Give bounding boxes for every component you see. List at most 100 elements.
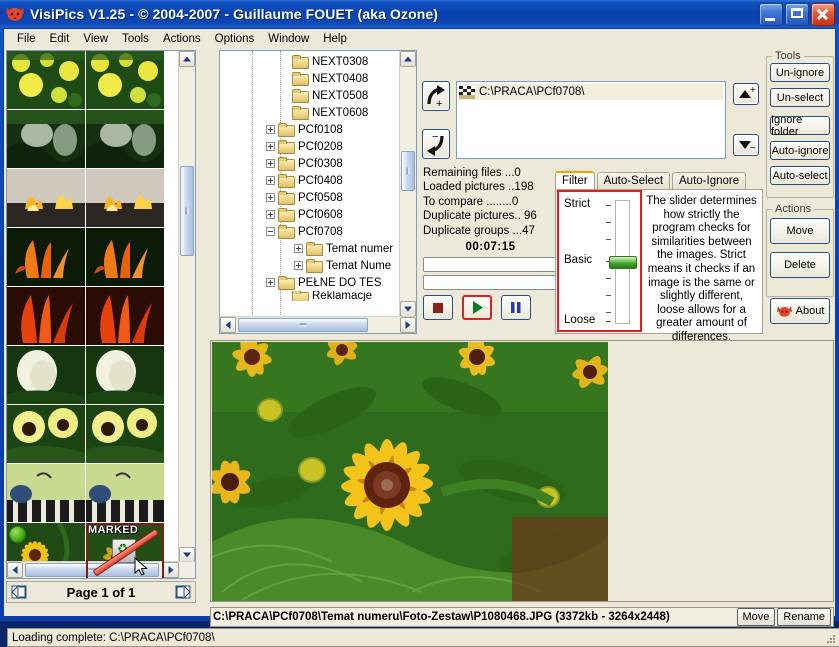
list-item[interactable] <box>7 346 165 406</box>
stop-button[interactable] <box>423 295 453 321</box>
thumbnail-image[interactable] <box>7 110 85 168</box>
thumbnail-image[interactable] <box>7 51 85 109</box>
tab-filter[interactable]: Filter <box>555 171 595 190</box>
thumbnail-image-marked[interactable]: MARKED <box>86 523 164 578</box>
strictness-slider[interactable]: Strict Basic Loose <box>557 190 642 332</box>
expand-icon[interactable] <box>266 193 275 202</box>
thumbnail-image[interactable] <box>86 464 164 522</box>
tree-node[interactable]: Temat numer <box>220 240 402 257</box>
menu-item-file[interactable]: File <box>10 31 43 47</box>
folder-tree[interactable]: NEXT0308 NEXT0408 NEXT0508 NEXT0608 PCf0… <box>219 50 417 334</box>
expand-icon[interactable] <box>266 278 275 287</box>
page-prev-icon[interactable] <box>10 583 30 601</box>
tree-scrollbar-horizontal[interactable] <box>220 316 416 333</box>
resize-grip-icon[interactable] <box>824 632 836 644</box>
tree-node[interactable]: Temat Nume <box>220 257 402 274</box>
minimize-icon[interactable] <box>759 3 783 26</box>
thumbnail-image[interactable] <box>86 287 164 345</box>
menu-item-window[interactable]: Window <box>261 31 316 47</box>
un-select-button[interactable]: Un-select <box>770 88 830 107</box>
tree-node[interactable]: NEXT0508 <box>220 87 402 104</box>
list-item[interactable] <box>7 405 165 465</box>
thumbnail-image[interactable] <box>7 287 85 345</box>
expand-icon[interactable] <box>266 125 275 134</box>
tree-node[interactable]: NEXT0308 <box>220 53 402 70</box>
folder-path-list[interactable]: C:\PRACA\PCf0708\ <box>456 81 726 159</box>
list-item[interactable] <box>7 169 165 229</box>
menu-item-options[interactable]: Options <box>208 31 262 47</box>
add-folder-button[interactable]: + <box>422 81 450 111</box>
slider-handle[interactable] <box>609 256 637 269</box>
image-rename-button[interactable]: Rename <box>777 608 831 626</box>
tree-scrollbar-vertical[interactable] <box>399 51 416 317</box>
thumbnail-image[interactable] <box>86 110 164 168</box>
list-item[interactable] <box>7 464 165 524</box>
move-up-button[interactable]: + <box>733 83 759 105</box>
scroll-left-button[interactable] <box>220 317 236 333</box>
scroll-thumb[interactable] <box>238 318 368 332</box>
image-preview[interactable] <box>210 340 834 602</box>
play-button[interactable] <box>462 295 492 321</box>
thumbnail-image[interactable] <box>7 405 85 463</box>
page-next-icon[interactable] <box>172 583 192 601</box>
scroll-down-button[interactable] <box>400 301 416 317</box>
move-button[interactable]: Move <box>770 218 830 244</box>
menu-item-edit[interactable]: Edit <box>43 31 77 47</box>
thumbnail-image[interactable] <box>86 228 164 286</box>
scroll-thumb[interactable] <box>180 166 194 256</box>
maximize-icon[interactable] <box>785 3 809 26</box>
scroll-right-button[interactable] <box>400 317 416 333</box>
tree-node[interactable]: NEXT0408 <box>220 70 402 87</box>
tree-node[interactable]: PCf0508 <box>220 189 402 206</box>
list-item[interactable] <box>7 228 165 288</box>
tree-node[interactable]: PCf0208 <box>220 138 402 155</box>
scroll-right-button[interactable] <box>163 562 179 578</box>
list-item[interactable] <box>7 287 165 347</box>
thumbnail-image[interactable] <box>86 169 164 227</box>
menu-item-help[interactable]: Help <box>316 31 354 47</box>
menu-item-view[interactable]: View <box>76 31 115 47</box>
about-button[interactable]: About <box>770 298 830 324</box>
collapse-icon[interactable] <box>266 227 275 236</box>
pause-button[interactable] <box>501 295 531 321</box>
tree-node[interactable]: PCf0608 <box>220 206 402 223</box>
tree-node[interactable]: NEXT0608 <box>220 104 402 121</box>
thumbnail-image[interactable] <box>7 464 85 522</box>
tree-node[interactable]: Reklamacje <box>220 291 402 301</box>
remove-folder-button[interactable]: − <box>422 129 450 159</box>
thumbnail-image[interactable] <box>86 405 164 463</box>
scroll-up-button[interactable] <box>400 51 416 67</box>
scroll-left-button[interactable] <box>7 562 23 578</box>
duplicate-thumbnail-list[interactable]: MARKED <box>6 50 196 579</box>
delete-button[interactable]: Delete <box>770 252 830 278</box>
tree-node[interactable]: PCf0408 <box>220 172 402 189</box>
image-move-button[interactable]: Move <box>736 608 776 626</box>
tree-node[interactable]: PCf0308 <box>220 155 402 172</box>
list-item[interactable] <box>7 110 165 170</box>
expand-icon[interactable] <box>266 142 275 151</box>
tab-auto-select[interactable]: Auto-Select <box>596 172 671 190</box>
expand-icon[interactable] <box>266 210 275 219</box>
tree-node-selected[interactable]: PCf0708 <box>220 223 402 240</box>
list-item[interactable] <box>7 51 165 111</box>
menu-item-actions[interactable]: Actions <box>156 31 208 47</box>
thumbnail-image[interactable] <box>7 346 85 404</box>
auto-ignore-button[interactable]: Auto-ignore <box>770 141 830 160</box>
thumbnail-image[interactable] <box>7 228 85 286</box>
menu-item-tools[interactable]: Tools <box>115 31 156 47</box>
un-ignore-button[interactable]: Un-ignore <box>770 63 830 82</box>
scroll-up-button[interactable] <box>179 51 195 67</box>
thumbnail-list-scrollbar-vertical[interactable] <box>178 51 195 563</box>
auto-select-button[interactable]: Auto-select <box>770 166 830 185</box>
expand-icon[interactable] <box>266 159 275 168</box>
ignore-folder-button[interactable]: Ignore folder <box>770 114 830 138</box>
tab-auto-ignore[interactable]: Auto-Ignore <box>672 172 747 190</box>
expand-icon[interactable] <box>294 244 303 253</box>
list-item[interactable]: C:\PRACA\PCf0708\ <box>459 84 723 100</box>
tree-node[interactable]: PEŁNE DO TES <box>220 274 402 291</box>
tree-node[interactable]: PCf0108 <box>220 121 402 138</box>
expand-icon[interactable] <box>294 261 303 270</box>
close-icon[interactable] <box>811 3 835 26</box>
thumbnail-image[interactable] <box>7 169 85 227</box>
move-down-button[interactable]: − <box>733 134 759 156</box>
